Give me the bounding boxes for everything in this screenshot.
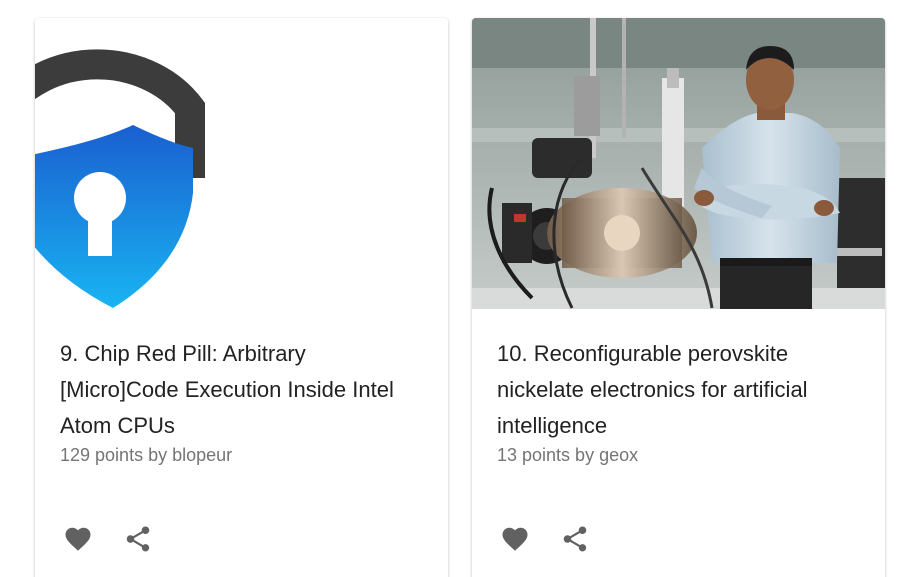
card-actions — [497, 521, 617, 557]
like-button[interactable] — [497, 521, 533, 557]
share-icon — [563, 526, 587, 552]
story-image[interactable] — [472, 18, 885, 309]
share-button[interactable] — [557, 521, 593, 557]
share-icon — [126, 526, 150, 552]
heart-icon — [502, 527, 528, 551]
story-card[interactable]: 9. Chip Red Pill: Arbitrary [Micro]Code … — [35, 18, 448, 577]
story-image[interactable] — [35, 18, 448, 309]
story-title[interactable]: 9. Chip Red Pill: Arbitrary [Micro]Code … — [60, 336, 430, 444]
story-meta: 13 points by geox — [497, 445, 639, 465]
story-meta: 129 points by blopeur — [60, 445, 233, 465]
card-actions — [60, 521, 180, 557]
story-title[interactable]: 10. Reconfigurable perovskite nickelate … — [497, 336, 867, 444]
like-button[interactable] — [60, 521, 96, 557]
lock-shield-image — [35, 18, 448, 309]
story-card[interactable]: 10. Reconfigurable perovskite nickelate … — [472, 18, 885, 577]
researcher-lab-photo — [472, 18, 885, 309]
share-button[interactable] — [120, 521, 156, 557]
heart-icon — [65, 527, 91, 551]
card-grid: 9. Chip Red Pill: Arbitrary [Micro]Code … — [0, 0, 921, 577]
